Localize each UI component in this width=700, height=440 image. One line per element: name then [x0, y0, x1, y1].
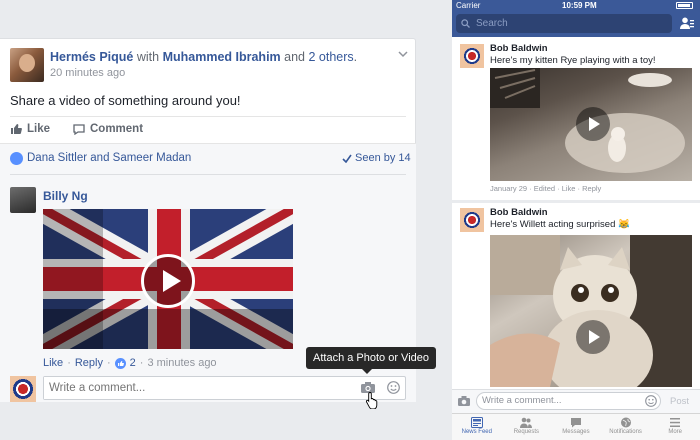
top-nav-bar: Search [452, 11, 700, 37]
divider [10, 116, 406, 117]
chevron-down-icon[interactable] [397, 48, 409, 60]
status-time: 10:59 PM [562, 1, 597, 10]
play-button[interactable] [141, 254, 195, 308]
comment-like-link[interactable]: Like [43, 357, 63, 369]
emoji-icon[interactable] [645, 395, 657, 407]
tab-notifications[interactable]: Notifications [601, 414, 651, 440]
comment-reply-link[interactable]: Reply [75, 357, 103, 369]
post-timestamp[interactable]: 20 minutes ago [50, 67, 125, 79]
thumbs-up-icon [11, 124, 22, 134]
others-link[interactable]: 2 others [308, 50, 353, 64]
comment-likes-count[interactable]: 2 [130, 357, 136, 369]
post-text: Here's Willett acting surprised 😹 [490, 219, 630, 230]
search-icon [461, 19, 470, 28]
friend-requests-icon [520, 417, 533, 428]
seen-by-label: Seen by 14 [355, 152, 411, 164]
separator-dot: · [139, 357, 144, 369]
play-button[interactable] [576, 320, 610, 354]
hand-cursor-icon [365, 392, 378, 409]
post-author-avatar[interactable] [460, 44, 484, 68]
separator-dot: · [106, 357, 111, 369]
likers-link[interactable]: Dana Sittler and Sameer Madan [27, 152, 191, 164]
author-avatar[interactable] [10, 48, 44, 82]
tab-label: Messages [562, 429, 590, 435]
post-button[interactable]: Post [670, 396, 689, 407]
like-reaction-icon [10, 152, 23, 165]
divider [10, 174, 406, 175]
period-text: . [353, 50, 358, 64]
tab-messages[interactable]: Messages [551, 414, 601, 440]
cat-video-frame [490, 235, 692, 387]
post-author-name[interactable]: Bob Baldwin [490, 207, 548, 218]
commenter-name[interactable]: Billy Ng [43, 189, 88, 203]
comment-icon [73, 123, 85, 135]
post-headline: Hermés Piqué with Muhammed Ibrahim and 2… [50, 50, 357, 64]
desktop-view: Hermés Piqué with Muhammed Ibrahim and 2… [0, 0, 452, 440]
play-button[interactable] [576, 107, 610, 141]
comment-meta: Like · Reply · 2 · 3 minutes ago [43, 357, 217, 369]
tab-label: More [668, 429, 682, 435]
tab-bar: News Feed Requests Messages Notification… [452, 413, 700, 440]
post-message: Share a video of something around you! [10, 93, 241, 108]
like-button[interactable]: Like [10, 123, 50, 135]
status-bar: Carrier 10:59 PM [452, 0, 700, 11]
menu-icon [670, 418, 681, 427]
mobile-comment-input[interactable]: Write a comment... [476, 392, 661, 410]
comment-time[interactable]: 3 minutes ago [147, 357, 216, 369]
seen-by[interactable]: Seen by 14 [342, 152, 411, 164]
mobile-view: Carrier 10:59 PM Search Bob Baldwin Here… [452, 0, 700, 440]
commenter-avatar[interactable] [10, 187, 36, 213]
post-meta: January 29 · Edited · Like · Reply [490, 184, 602, 193]
author-link[interactable]: Hermés Piqué [50, 50, 133, 64]
tab-news-feed[interactable]: News Feed [452, 414, 502, 440]
comment-button[interactable]: Comment [73, 123, 143, 135]
friends-icon[interactable] [680, 17, 694, 29]
carrier-label: Carrier [456, 1, 481, 10]
comment-box[interactable] [43, 376, 406, 400]
comment-label: Comment [90, 123, 144, 135]
post-author-name[interactable]: Bob Baldwin [490, 43, 548, 54]
like-label: Like [27, 123, 51, 135]
my-avatar [10, 376, 36, 402]
tab-more[interactable]: More [650, 414, 700, 440]
tab-label: Notifications [609, 429, 642, 435]
messages-icon [570, 418, 581, 428]
battery-icon [676, 2, 693, 9]
camera-icon[interactable] [458, 396, 470, 406]
search-field[interactable]: Search [456, 14, 672, 33]
like-badge-icon [114, 357, 126, 369]
tab-label: News Feed [461, 429, 492, 435]
cat-video[interactable] [490, 235, 692, 387]
emoji-icon[interactable] [387, 381, 400, 394]
separator-dot: · [67, 357, 71, 369]
feed-divider [452, 200, 700, 203]
with-text: with [136, 50, 160, 64]
tab-requests[interactable]: Requests [502, 414, 552, 440]
tagged-friend-link[interactable]: Muhammed Ibrahim [163, 50, 281, 64]
attach-tooltip: Attach a Photo or Video [306, 347, 436, 374]
globe-icon [620, 417, 631, 428]
tab-label: Requests [513, 429, 540, 435]
post-author-avatar[interactable] [460, 208, 484, 232]
checkmark-icon [342, 154, 352, 163]
news-feed-icon [470, 417, 483, 428]
comment-input[interactable] [44, 377, 324, 399]
post-text: Here's my kitten Rye playing with a toy! [490, 55, 656, 66]
and-text: and [284, 50, 305, 64]
